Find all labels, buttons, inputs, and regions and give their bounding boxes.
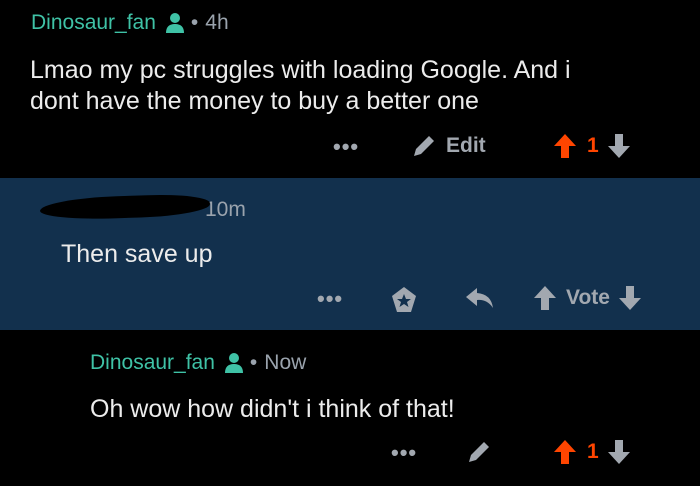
vote-label: Vote xyxy=(566,286,610,309)
share-icon xyxy=(466,288,493,308)
edit-button[interactable]: Edit xyxy=(410,132,486,160)
comment-3-username[interactable]: Dinosaur_fan xyxy=(90,351,215,375)
share-button[interactable] xyxy=(465,286,495,312)
downvote-icon[interactable] xyxy=(607,438,631,466)
upvote-icon[interactable] xyxy=(553,438,577,466)
vote-count: 1 xyxy=(587,440,599,463)
comment-1-time: 4h xyxy=(205,11,229,34)
upvote-icon[interactable] xyxy=(553,132,577,160)
edit-label: Edit xyxy=(446,134,486,157)
comment-3-actions: ••• 1 xyxy=(0,436,700,472)
comment-3: Dinosaur_fan • Now Oh wow how didn't i t… xyxy=(0,330,700,486)
comment-3-text: Oh wow how didn't i think of that! xyxy=(90,395,455,423)
more-options-button[interactable]: ••• xyxy=(391,440,417,466)
comment-2-text: Then save up xyxy=(61,240,213,268)
comment-1-text-line2: dont have the money to buy a better one xyxy=(30,87,479,115)
more-options-button[interactable]: ••• xyxy=(333,134,359,160)
more-options-button[interactable]: ••• xyxy=(317,286,343,312)
comment-2-time: 10m xyxy=(205,198,246,221)
upvote-icon[interactable] xyxy=(533,284,557,312)
separator-dot: • xyxy=(249,351,258,374)
comment-2-actions: ••• Vote xyxy=(0,282,700,318)
downvote-icon[interactable] xyxy=(618,284,642,312)
comment-3-time: Now xyxy=(264,351,307,374)
award-button[interactable] xyxy=(389,285,419,315)
edit-button[interactable] xyxy=(465,438,493,466)
comment-2-meta: 10m xyxy=(205,198,246,222)
separator-dot: • xyxy=(190,11,199,34)
comment-1-text-line1: Lmao my pc struggles with loading Google… xyxy=(30,56,571,84)
vote-group: Vote xyxy=(533,284,642,312)
vote-group: 1 xyxy=(553,438,631,466)
comment-3-meta: Dinosaur_fan • Now xyxy=(90,351,306,375)
comment-1-meta: Dinosaur_fan • 4h xyxy=(31,11,229,35)
pencil-icon xyxy=(414,136,434,156)
user-icon xyxy=(224,353,243,373)
award-icon xyxy=(392,287,416,312)
comment-1-actions: ••• Edit 1 xyxy=(0,130,700,166)
vote-count: 1 xyxy=(587,134,599,157)
pencil-icon xyxy=(469,442,489,462)
comment-1: Dinosaur_fan • 4h Lmao my pc struggles w… xyxy=(0,0,700,178)
downvote-icon[interactable] xyxy=(607,132,631,160)
user-icon xyxy=(165,13,184,33)
vote-group: 1 xyxy=(553,132,631,160)
comment-1-username[interactable]: Dinosaur_fan xyxy=(31,11,156,35)
